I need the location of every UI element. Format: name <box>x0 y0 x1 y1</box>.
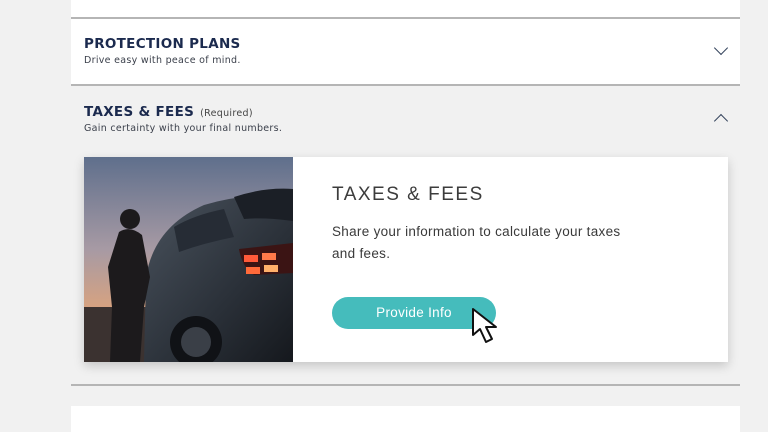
vehicle-photo <box>84 157 293 362</box>
taxes-fees-subtitle: Gain certainty with your final numbers. <box>84 123 283 134</box>
next-section-panel <box>71 406 740 432</box>
card-heading: TAXES & FEES <box>332 184 484 205</box>
mouse-pointer-icon <box>472 308 497 343</box>
protection-plans-subtitle: Drive easy with peace of mind. <box>84 55 241 66</box>
chevron-up-icon[interactable] <box>713 113 729 129</box>
chevron-down-icon[interactable] <box>713 40 729 56</box>
protection-plans-title: PROTECTION PLANS <box>84 36 241 52</box>
taxes-fees-title-text: TAXES & FEES <box>84 104 195 120</box>
protection-plans-section[interactable]: PROTECTION PLANS Drive easy with peace o… <box>71 19 740 84</box>
section-divider <box>71 384 740 386</box>
previous-section-panel <box>71 0 740 17</box>
required-label: (Required) <box>200 108 253 119</box>
checkout-sections: PROTECTION PLANS Drive easy with peace o… <box>71 0 740 432</box>
taxes-fees-title[interactable]: TAXES & FEES (Required) <box>84 104 253 120</box>
taxes-fees-card: TAXES & FEES Share your information to c… <box>84 157 728 362</box>
card-description: Share your information to calculate your… <box>332 224 621 261</box>
